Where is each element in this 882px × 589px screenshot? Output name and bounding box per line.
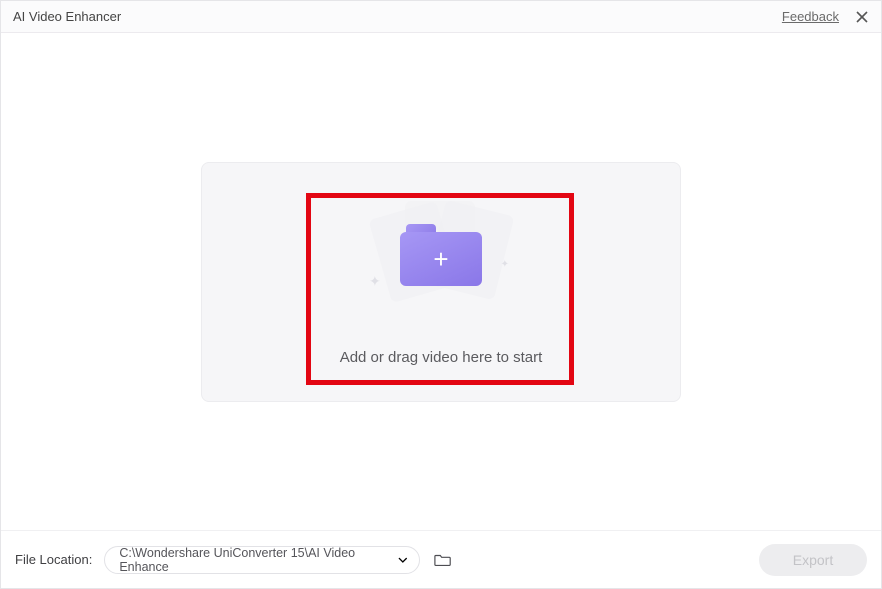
chevron-down-icon [398,555,408,565]
file-location-label: File Location: [15,552,92,567]
video-dropzone[interactable]: ✦ ✦ + Add or drag video here to start [201,162,681,402]
main-area: ✦ ✦ + Add or drag video here to start [1,33,881,530]
sparkle-icon: ✦ [501,259,509,270]
dropzone-content: ✦ ✦ + Add or drag video here to start [340,197,543,366]
close-button[interactable] [853,8,871,26]
file-location-select[interactable]: C:\Wondershare UniConverter 15\AI Video … [104,546,420,574]
footer-bar: File Location: C:\Wondershare UniConvert… [1,530,881,588]
folder-plus-icon: + [400,224,482,286]
close-icon [855,10,869,24]
dropzone-instruction: Add or drag video here to start [340,349,543,366]
app-title: AI Video Enhancer [13,9,782,24]
export-button[interactable]: Export [759,544,867,576]
folder-open-icon [434,552,452,568]
dropzone-illustration: ✦ ✦ + [371,205,511,305]
feedback-link[interactable]: Feedback [782,9,839,24]
app-window: AI Video Enhancer Feedback ✦ ✦ [0,0,882,589]
file-location-path: C:\Wondershare UniConverter 15\AI Video … [119,546,397,574]
titlebar: AI Video Enhancer Feedback [1,1,881,33]
sparkle-icon: ✦ [369,273,381,290]
browse-folder-button[interactable] [432,550,454,570]
